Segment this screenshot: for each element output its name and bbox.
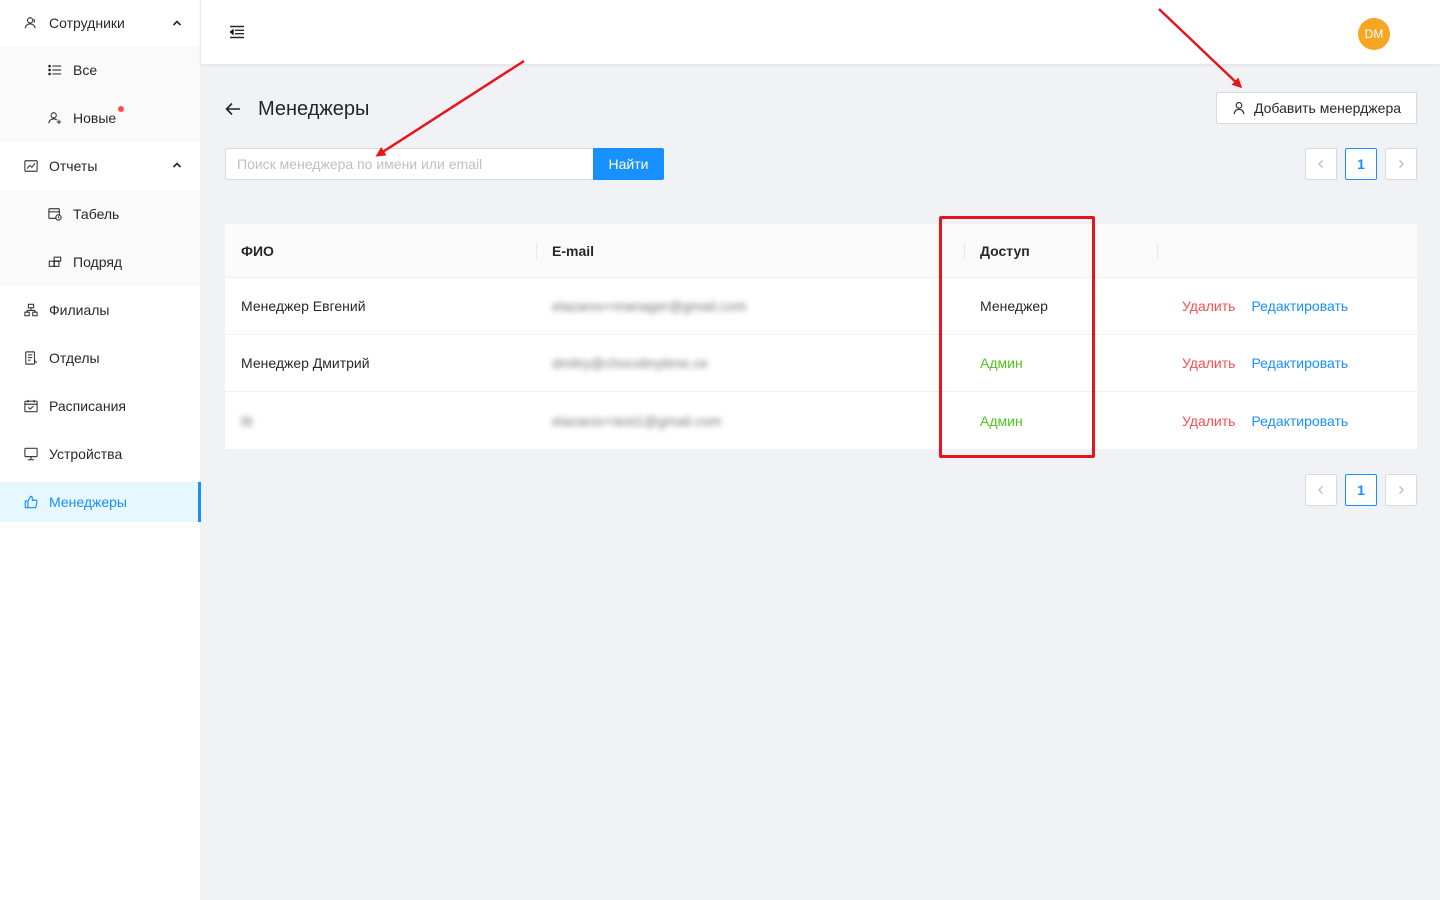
chevron-left-icon (1318, 486, 1323, 494)
sidebar-item-label: Отделы (49, 350, 100, 366)
cell-email: dmitry@chocolinytime.ce (552, 355, 708, 371)
page-button-1[interactable]: 1 (1345, 148, 1377, 180)
add-manager-button[interactable]: Добавить менерджера (1216, 92, 1417, 124)
table-row: Менеджер Евгений elazarov+manager@gmail.… (225, 278, 1417, 335)
user-add-icon (48, 111, 62, 125)
user-icon (1233, 102, 1245, 115)
departments-icon (24, 351, 38, 365)
managers-table: ФИО E-mail Доступ Менеджер Евгений elaza… (225, 224, 1417, 449)
blocks-icon (48, 255, 62, 269)
search-input[interactable] (225, 148, 593, 180)
sidebar-item-label: Новые (73, 110, 117, 126)
sidebar-item-devices[interactable]: Устройства (0, 430, 200, 478)
annotation-arrow-search (375, 59, 525, 157)
delete-link[interactable]: Удалить (1182, 355, 1235, 371)
sidebar-item-timesheet[interactable]: Табель (0, 190, 200, 238)
page-title: Менеджеры (258, 97, 370, 120)
cell-name: Менеджер Дмитрий (241, 355, 370, 371)
search-button[interactable]: Найти (593, 148, 664, 180)
page-button-1[interactable]: 1 (1345, 474, 1377, 506)
menu-fold-icon[interactable] (229, 24, 245, 40)
next-page-button[interactable] (1385, 148, 1417, 180)
cell-actions: Удалить Редактировать (1157, 392, 1417, 449)
edit-link[interactable]: Редактировать (1251, 298, 1348, 314)
sidebar-item-branches[interactable]: Филиалы (0, 286, 200, 334)
column-header-actions (1157, 224, 1417, 277)
line-chart-icon (24, 159, 38, 173)
sidebar-item-label: Устройства (49, 446, 123, 462)
sidebar-item-label: Отчеты (49, 158, 98, 174)
sidebar-item-reports[interactable]: Отчеты (0, 142, 200, 190)
submenu-reports: Табель Подряд (0, 190, 200, 286)
sidebar-item-new[interactable]: Новые (0, 94, 200, 142)
cell-actions: Удалить Редактировать (1157, 278, 1417, 334)
list-icon (48, 63, 62, 77)
cell-email: elazarov+test1@gmail.com (552, 412, 722, 429)
pagination-bottom: 1 (1305, 474, 1417, 506)
page-header: Менеджеры (224, 92, 369, 126)
sidebar-item-all[interactable]: Все (0, 46, 200, 94)
like-icon (24, 495, 38, 509)
sidebar-item-schedules[interactable]: Расписания (0, 382, 200, 430)
sidebar-item-label: Менеджеры (49, 494, 127, 510)
timesheet-icon (48, 207, 62, 221)
cell-name: Менеджер Евгений (241, 298, 366, 314)
table-row: Менеджер Дмитрий dmitry@chocolinytime.ce… (225, 335, 1417, 392)
chevron-right-icon (1399, 486, 1404, 494)
avatar-initials: DM (1364, 27, 1384, 41)
delete-link[interactable]: Удалить (1182, 298, 1235, 314)
notification-dot (118, 106, 125, 112)
submenu-employees: Все Новые (0, 46, 200, 142)
annotation-highlight-access-column (939, 216, 1095, 458)
sidebar-item-label: Расписания (49, 398, 126, 414)
chevron-right-icon (1399, 160, 1404, 168)
cell-actions: Удалить Редактировать (1157, 335, 1417, 391)
edit-link[interactable]: Редактировать (1251, 355, 1348, 371)
table-row: ttt elazarov+test1@gmail.com Админ Удали… (225, 392, 1417, 449)
sidebar-item-departments[interactable]: Отделы (0, 334, 200, 382)
top-header: DM (201, 0, 1440, 64)
sidebar-item-label: Все (73, 62, 98, 78)
cell-email: elazarov+manager@gmail.com (552, 298, 747, 314)
next-page-button[interactable] (1385, 474, 1417, 506)
sidebar-item-contract[interactable]: Подряд (0, 238, 200, 286)
sidebar-item-label: Сотрудники (49, 15, 125, 31)
branches-icon (24, 303, 38, 317)
table-header: ФИО E-mail Доступ (225, 224, 1417, 278)
sidebar-item-managers[interactable]: Менеджеры (0, 482, 201, 522)
column-header-email: E-mail (536, 224, 964, 277)
prev-page-button[interactable] (1305, 148, 1337, 180)
column-header-name: ФИО (241, 242, 274, 259)
add-manager-label: Добавить менерджера (1253, 100, 1402, 116)
cell-name: ttt (241, 412, 253, 429)
chevron-up-icon[interactable] (172, 18, 182, 28)
arrow-left-icon[interactable] (224, 100, 242, 118)
delete-link[interactable]: Удалить (1182, 413, 1235, 429)
sidebar: Сотрудники Все Новые Отчеты Табель Подря… (0, 0, 201, 900)
sidebar-item-label: Табель (73, 206, 120, 222)
sidebar-item-label: Подряд (73, 254, 123, 270)
sidebar-item-label: Филиалы (49, 302, 110, 318)
pagination-top: 1 (1305, 148, 1417, 180)
calendar-icon (24, 399, 38, 413)
chevron-up-icon[interactable] (172, 160, 182, 170)
sidebar-item-employees[interactable]: Сотрудники (0, 0, 200, 46)
chevron-left-icon (1318, 160, 1323, 168)
annotation-overlay (375, 8, 1243, 157)
avatar[interactable]: DM (1358, 18, 1390, 50)
users-icon (24, 16, 38, 30)
desktop-icon (24, 447, 38, 461)
edit-link[interactable]: Редактировать (1251, 413, 1348, 429)
prev-page-button[interactable] (1305, 474, 1337, 506)
search-bar: Найти (225, 148, 664, 180)
